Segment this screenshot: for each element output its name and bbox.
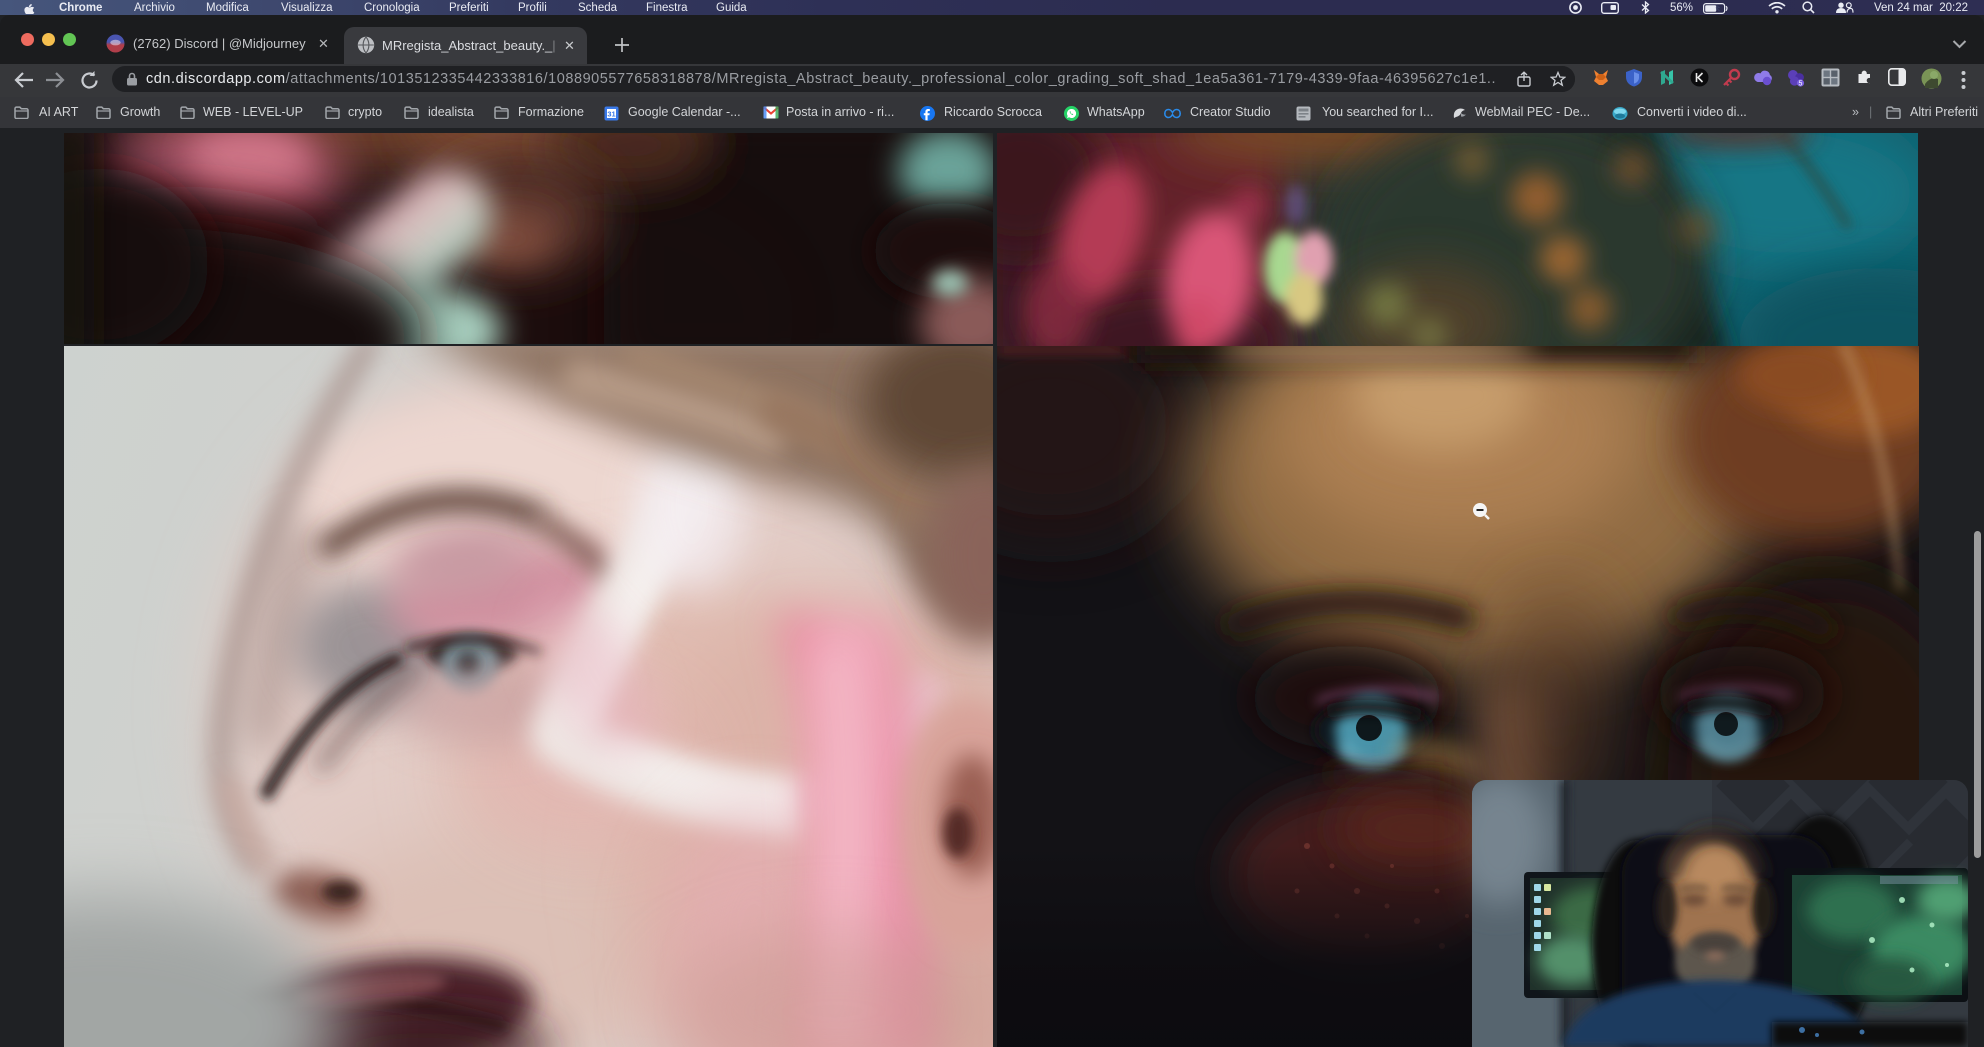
svg-text:31: 31 bbox=[607, 109, 615, 118]
svg-text:5: 5 bbox=[1799, 81, 1803, 88]
